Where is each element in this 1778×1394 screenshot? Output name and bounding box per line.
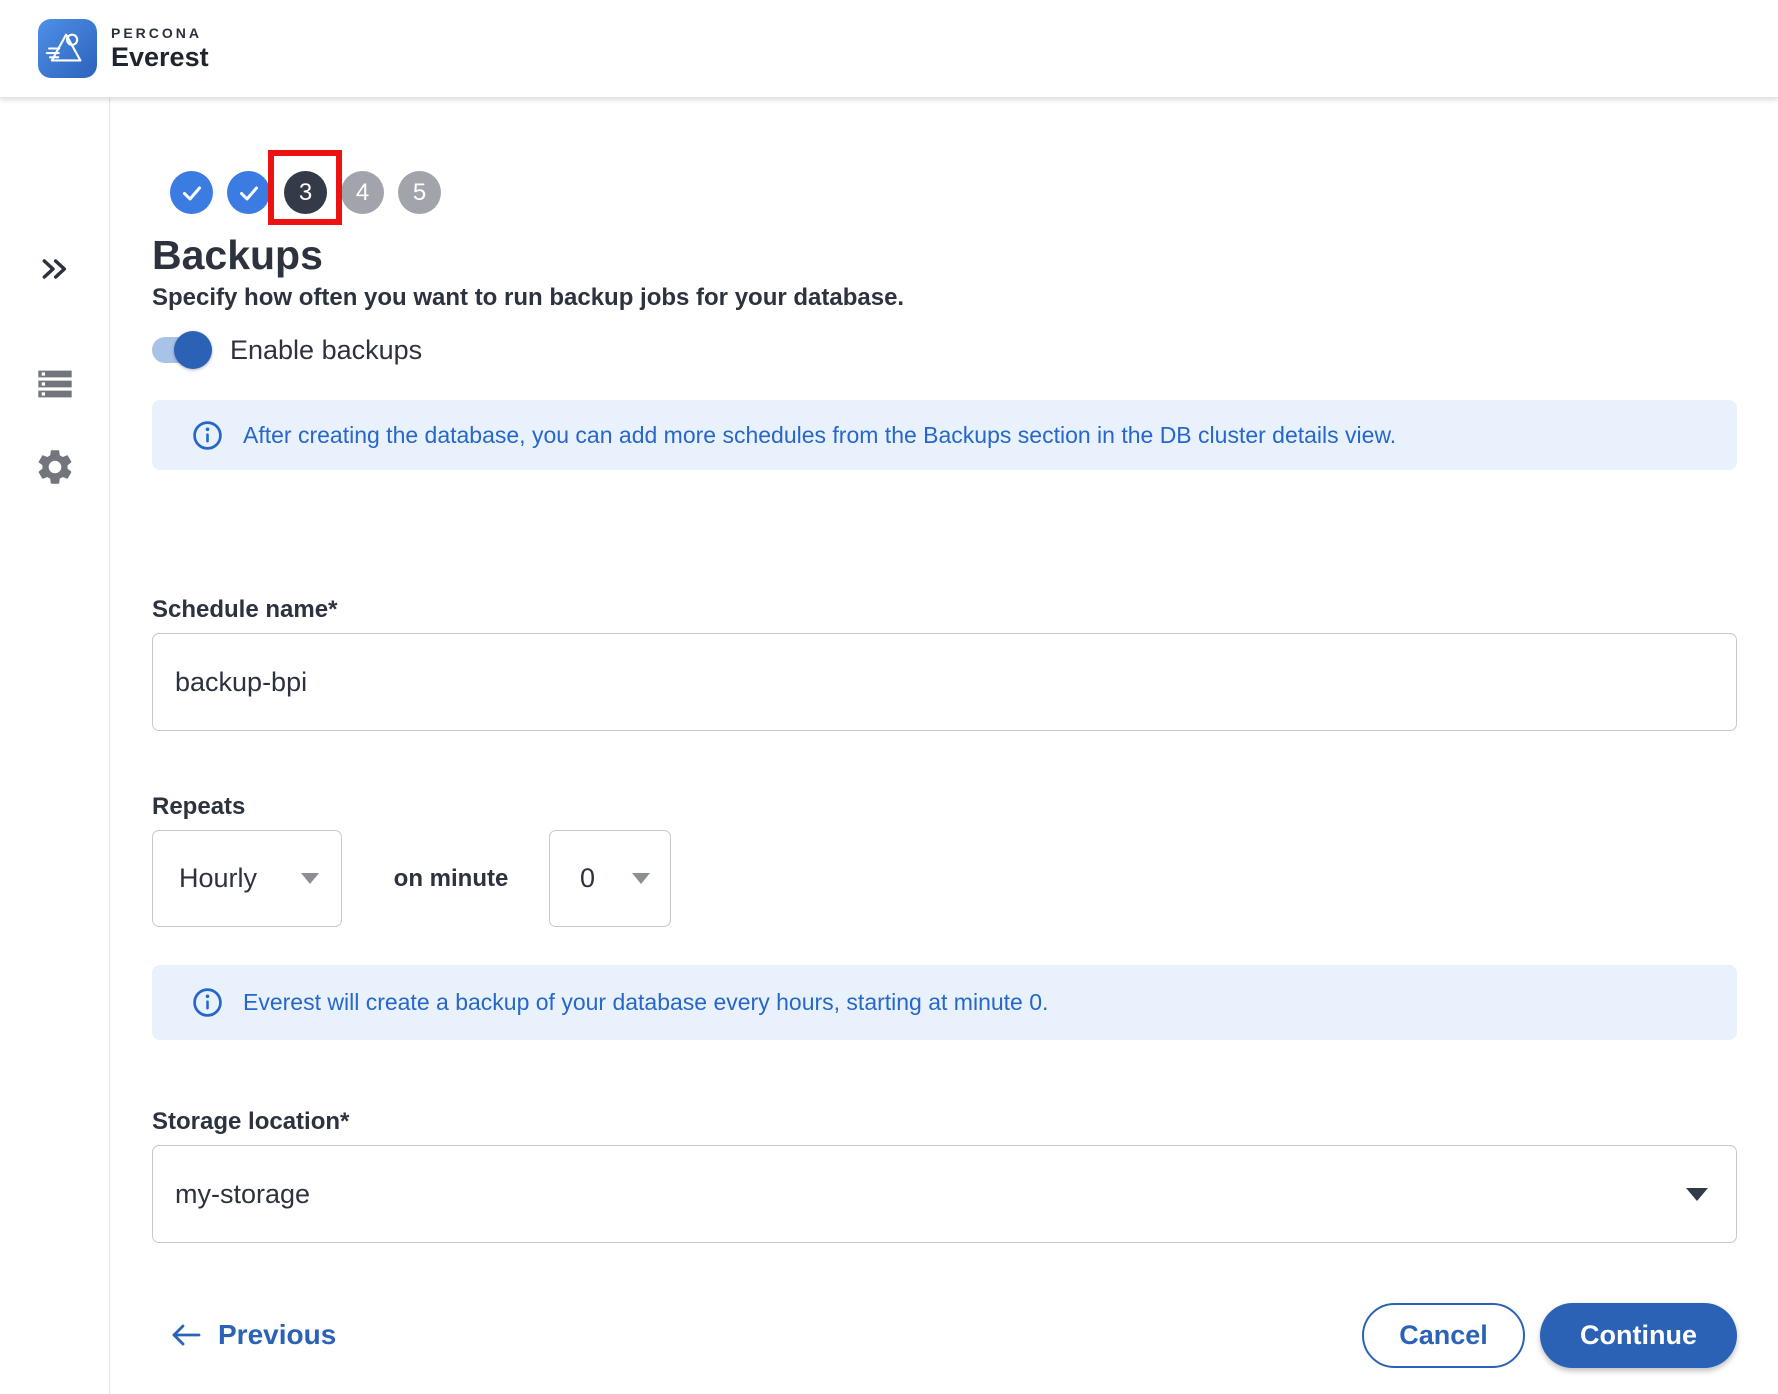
check-icon (237, 181, 261, 205)
percona-everest-logo-icon (38, 19, 97, 78)
brand-wordmark: PERCONA Everest (111, 25, 209, 73)
app-header: PERCONA Everest (0, 0, 1778, 98)
schedules-info-alert: After creating the database, you can add… (152, 400, 1737, 470)
frequency-value: Hourly (179, 863, 257, 894)
page-subtitle: Specify how often you want to run backup… (152, 284, 904, 312)
frequency-info-text: Everest will create a backup of your dat… (243, 989, 1048, 1016)
step-3-annotation-highlight (268, 150, 342, 225)
on-minute-label: on minute (380, 865, 522, 893)
sidebar-item-databases[interactable] (0, 364, 110, 404)
info-icon (192, 987, 223, 1018)
previous-button[interactable]: Previous (170, 1319, 336, 1351)
wizard-actions-bar: Previous Cancel Continue (170, 1301, 1737, 1369)
arrow-left-icon (170, 1322, 202, 1348)
schedule-name-label: Schedule name* (152, 596, 337, 624)
check-icon (180, 181, 204, 205)
continue-button[interactable]: Continue (1540, 1303, 1737, 1368)
cancel-button[interactable]: Cancel (1362, 1303, 1525, 1368)
settings-gear-icon (34, 446, 76, 488)
enable-backups-row: Enable backups (152, 330, 422, 370)
page-title: Backups (152, 232, 323, 279)
step-5-upcoming[interactable]: 5 (398, 171, 441, 214)
previous-label: Previous (218, 1319, 336, 1351)
enable-backups-toggle[interactable] (152, 330, 212, 370)
storage-location-value: my-storage (175, 1179, 310, 1210)
minute-select[interactable]: 0 (549, 830, 671, 927)
storage-location-label: Storage location* (152, 1108, 349, 1136)
frequency-info-alert: Everest will create a backup of your dat… (152, 965, 1737, 1040)
step-2-completed[interactable] (227, 171, 270, 214)
enable-backups-label: Enable backups (230, 335, 422, 366)
brand-everest-label: Everest (111, 42, 209, 73)
repeats-controls-row: Hourly on minute 0 (152, 830, 671, 927)
databases-list-icon (35, 364, 75, 404)
toggle-knob (174, 331, 212, 369)
chevron-down-icon (301, 873, 319, 884)
sidebar (0, 98, 110, 1394)
step-4-upcoming[interactable]: 4 (341, 171, 384, 214)
step-1-completed[interactable] (170, 171, 213, 214)
repeats-label: Repeats (152, 793, 245, 821)
sidebar-item-settings[interactable] (0, 446, 110, 488)
brand-percona-label: PERCONA (111, 25, 209, 41)
schedule-name-input[interactable] (152, 633, 1737, 731)
double-chevron-right-icon (39, 253, 71, 285)
schedules-info-text: After creating the database, you can add… (243, 422, 1396, 449)
chevron-down-icon (1686, 1188, 1708, 1201)
info-icon (192, 420, 223, 451)
minute-value: 0 (580, 863, 595, 894)
percona-everest-app: PERCONA Everest (0, 0, 1778, 1394)
storage-location-select[interactable]: my-storage (152, 1145, 1737, 1243)
chevron-down-icon (632, 873, 650, 884)
sidebar-expand-button[interactable] (0, 253, 110, 285)
wizard-content: 3 4 5 Backups Specify how often you want… (110, 98, 1778, 1394)
frequency-select[interactable]: Hourly (152, 830, 342, 927)
